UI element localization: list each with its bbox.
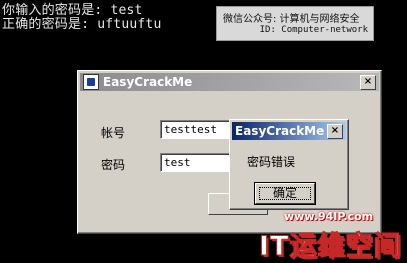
message-box-titlebar[interactable]: EasyCrackMe × bbox=[232, 122, 346, 140]
ok-button[interactable]: 确定 bbox=[254, 182, 316, 205]
error-message-box: EasyCrackMe × 密码错误 确定 bbox=[229, 119, 349, 210]
app-icon bbox=[83, 74, 99, 90]
password-label: 密码 bbox=[101, 158, 126, 172]
ok-button-focus-ring bbox=[259, 187, 311, 200]
error-message-text: 密码错误 bbox=[247, 155, 296, 169]
main-window-titlebar[interactable]: EasyCrackMe × bbox=[80, 73, 379, 91]
console-output: 你输入的密码是: test 正确的密码是: uftuuftu bbox=[2, 4, 161, 32]
wechat-account-card: 微信公众号: 计算机与网络安全 ID: Computer-network bbox=[216, 6, 374, 41]
account-label: 帐号 bbox=[101, 126, 126, 140]
watermark-brand-logo: IT运维空间 bbox=[258, 231, 402, 263]
console-line-input-password: 你输入的密码是: test bbox=[2, 3, 143, 18]
wechat-account-id: ID: Computer-network bbox=[259, 25, 368, 35]
main-window-title: EasyCrackMe bbox=[103, 75, 193, 89]
message-box-close-button[interactable]: × bbox=[327, 124, 343, 139]
wechat-account-name: 微信公众号: 计算机与网络安全 bbox=[223, 14, 360, 25]
main-window-close-button[interactable]: × bbox=[360, 75, 376, 90]
console-line-correct-password: 正确的密码是: uftuuftu bbox=[2, 17, 162, 32]
message-box-title: EasyCrackMe bbox=[235, 124, 325, 138]
watermark-url: www.94IP.com bbox=[284, 210, 374, 223]
